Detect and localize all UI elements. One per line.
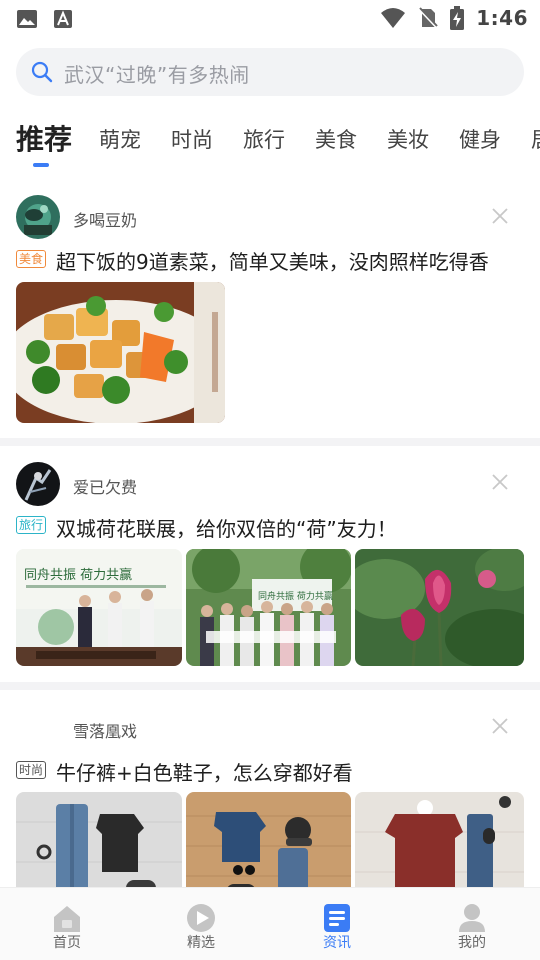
post-title[interactable]: 双城荷花联展，给你双倍的“荷”友力！ — [56, 513, 397, 542]
author-name[interactable]: 雪落凰戏 — [73, 718, 137, 742]
tab-home[interactable]: 居 — [531, 124, 540, 154]
play-icon — [187, 904, 215, 932]
feed-card[interactable]: 雪落凰戏 时尚 牛仔裤+白色鞋子，怎么穿都好看 — [0, 690, 540, 887]
separator — [0, 438, 540, 446]
svg-text:同舟共振 荷力共赢: 同舟共振 荷力共赢 — [258, 590, 333, 602]
nav-profile[interactable]: 我的 — [422, 888, 522, 960]
tab-pets[interactable]: 萌宠 — [99, 124, 141, 154]
news-icon — [324, 904, 350, 932]
tab-makeup[interactable]: 美妆 — [387, 124, 429, 154]
close-icon[interactable] — [490, 472, 510, 492]
nav-news[interactable]: 资讯 — [287, 888, 387, 960]
post-image[interactable] — [186, 792, 351, 887]
tab-travel[interactable]: 旅行 — [243, 124, 285, 154]
post-image[interactable] — [16, 792, 182, 887]
tab-recommend[interactable]: 推荐 — [16, 118, 72, 158]
feed-card[interactable]: 爱已欠费 旅行 双城荷花联展，给你双倍的“荷”友力！ 同舟共振 荷力共赢 同舟共… — [0, 446, 540, 684]
tab-indicator — [33, 163, 49, 167]
post-image[interactable] — [355, 792, 524, 887]
nav-featured[interactable]: 精选 — [151, 888, 251, 960]
nav-label: 资讯 — [323, 935, 351, 951]
nav-label: 精选 — [187, 935, 215, 951]
post-image[interactable] — [355, 549, 524, 666]
tab-food[interactable]: 美食 — [315, 124, 357, 154]
post-image[interactable]: 同舟共振 荷力共赢 — [16, 549, 182, 666]
author-name[interactable]: 爱已欠费 — [73, 474, 137, 498]
home-icon — [54, 906, 80, 932]
search-bar[interactable]: 武汉“过晚”有多热闹 — [16, 48, 524, 96]
category-tag: 美食 — [16, 250, 47, 268]
tab-fitness[interactable]: 健身 — [459, 124, 501, 154]
no-sim-icon — [418, 7, 438, 29]
category-tabs: 推荐 萌宠 时尚 旅行 美食 美妆 健身 居 — [0, 116, 540, 174]
svg-text:同舟共振 荷力共赢: 同舟共振 荷力共赢 — [24, 567, 132, 583]
avatar[interactable] — [16, 195, 60, 239]
post-title[interactable]: 超下饭的9道素菜，简单又美味，没肉照样吃得香 — [56, 246, 489, 275]
clock: 1:46 — [476, 6, 528, 30]
close-icon[interactable] — [490, 716, 510, 736]
post-title[interactable]: 牛仔裤+白色鞋子，怎么穿都好看 — [56, 757, 353, 786]
close-icon[interactable] — [490, 206, 510, 226]
search-placeholder: 武汉“过晚”有多热闹 — [64, 63, 250, 87]
wifi-icon — [381, 8, 406, 28]
feed-card[interactable]: 多喝豆奶 美食 超下饭的9道素菜，简单又美味，没肉照样吃得香 — [0, 190, 540, 440]
battery-charging-icon — [450, 6, 465, 30]
nav-home[interactable]: 首页 — [17, 888, 117, 960]
post-image[interactable]: 同舟共振 荷力共赢 — [186, 549, 351, 666]
category-tag: 时尚 — [16, 761, 47, 779]
search-icon — [31, 61, 53, 83]
post-image[interactable] — [16, 282, 225, 423]
separator — [0, 682, 540, 690]
nav-label: 我的 — [458, 935, 486, 951]
avatar[interactable] — [16, 462, 60, 506]
image-icon — [17, 10, 37, 28]
category-tag: 旅行 — [16, 516, 47, 534]
profile-icon — [459, 904, 485, 932]
avatar[interactable] — [16, 706, 60, 750]
bottom-nav: 首页 精选 资讯 我的 — [0, 887, 540, 960]
author-name[interactable]: 多喝豆奶 — [73, 207, 137, 231]
nav-label: 首页 — [53, 935, 81, 951]
font-icon — [54, 10, 72, 28]
tab-fashion[interactable]: 时尚 — [171, 124, 213, 154]
status-bar: 1:46 — [0, 0, 540, 38]
